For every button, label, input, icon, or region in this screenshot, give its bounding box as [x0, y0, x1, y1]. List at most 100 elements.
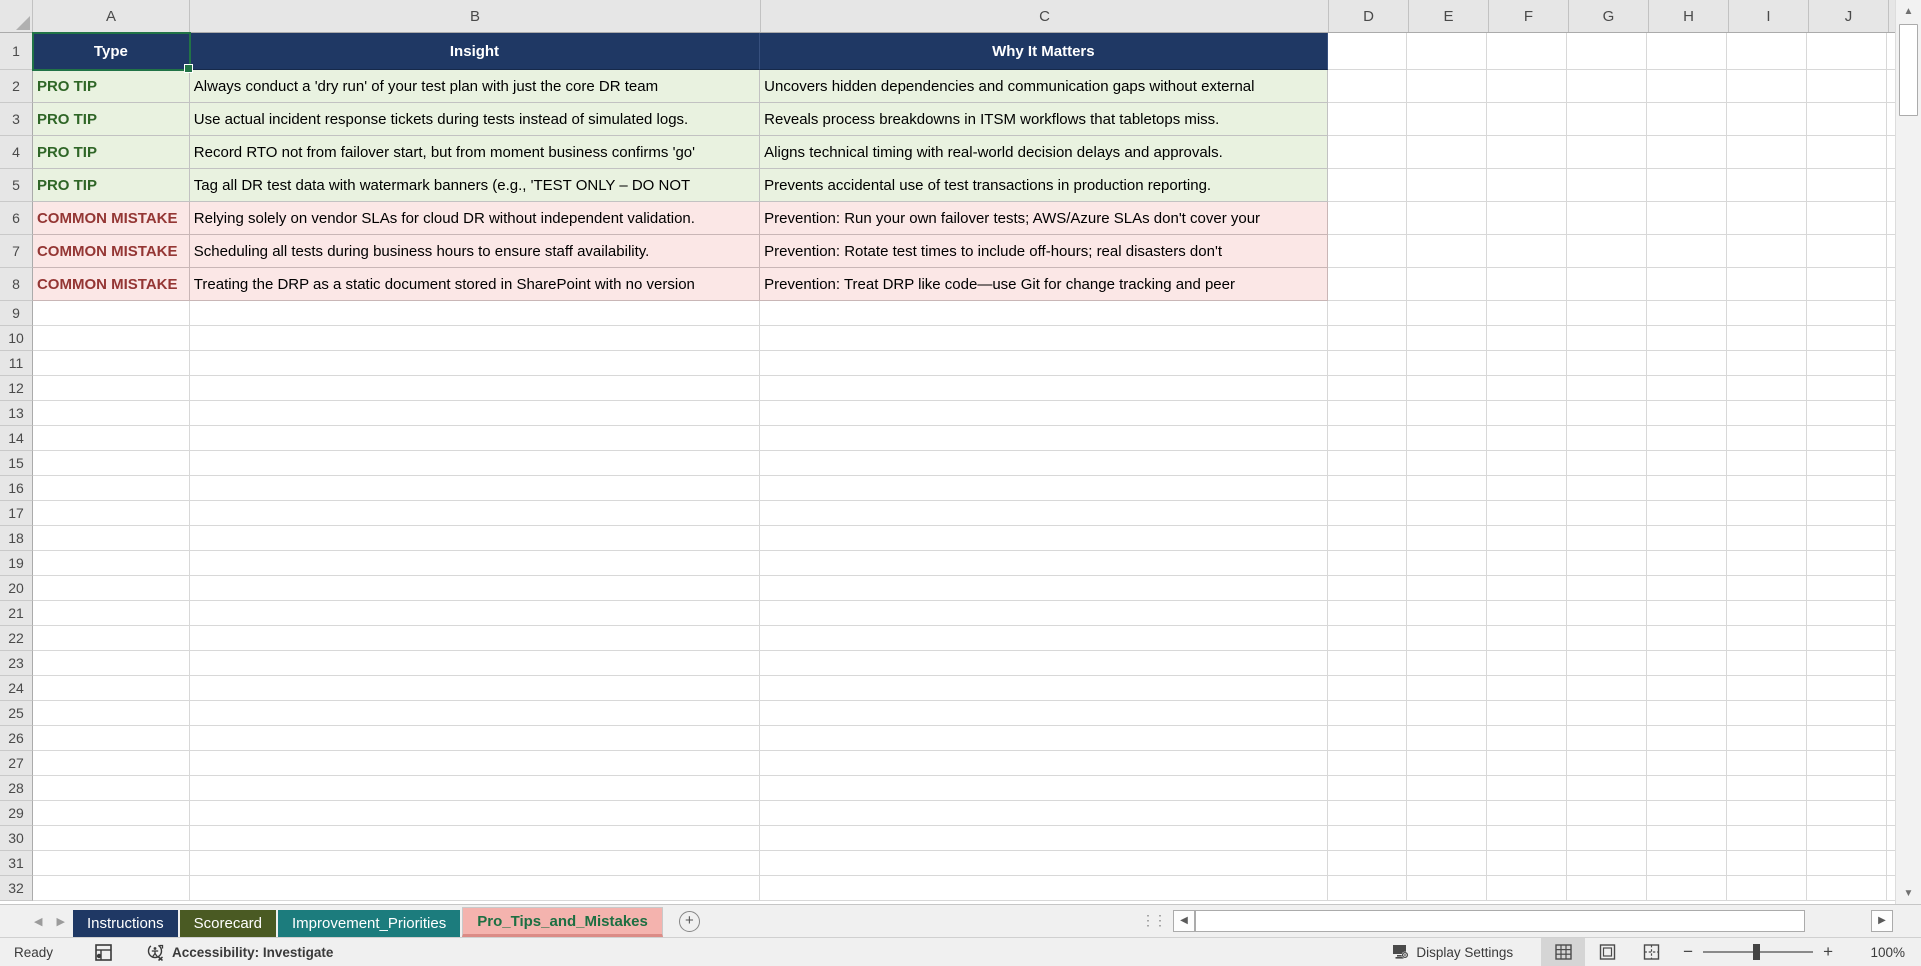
cell-A30[interactable] [32, 826, 190, 851]
cell-I2[interactable] [1727, 70, 1808, 103]
cell-I10[interactable] [1727, 326, 1808, 351]
cell-E22[interactable] [1407, 626, 1488, 651]
cell-A26[interactable] [32, 726, 190, 751]
cell-J6[interactable] [1807, 202, 1887, 235]
sheet-tab-scorecard[interactable]: Scorecard [179, 910, 277, 937]
cell-C18[interactable] [760, 526, 1328, 551]
cell-H22[interactable] [1647, 626, 1728, 651]
zoom-out-button[interactable]: − [1673, 942, 1703, 962]
column-header-c[interactable]: C [761, 0, 1329, 32]
cell-C19[interactable] [760, 551, 1328, 576]
cell-D13[interactable] [1327, 401, 1408, 426]
cell-H21[interactable] [1647, 601, 1728, 626]
cell-J7[interactable] [1807, 235, 1887, 268]
cell-H9[interactable] [1647, 301, 1728, 326]
cell-J29[interactable] [1807, 801, 1887, 826]
tab-scroll-left-icon[interactable]: ◀ [34, 915, 42, 928]
cell-J8[interactable] [1807, 268, 1887, 301]
cell-A18[interactable] [32, 526, 190, 551]
cell-A16[interactable] [32, 476, 190, 501]
cell-C10[interactable] [760, 326, 1328, 351]
cell-H8[interactable] [1647, 268, 1728, 301]
cell-C23[interactable] [760, 651, 1328, 676]
cell-F10[interactable] [1487, 326, 1568, 351]
cell-H14[interactable] [1647, 426, 1728, 451]
sheet-tab-pro-tips-and-mistakes-active[interactable]: Pro_Tips_and_Mistakes [462, 907, 663, 937]
cell-H15[interactable] [1647, 451, 1728, 476]
cell-E1[interactable] [1407, 33, 1488, 70]
cell-H26[interactable] [1647, 726, 1728, 751]
cell-E21[interactable] [1407, 601, 1488, 626]
normal-view-button[interactable] [1541, 938, 1586, 966]
cell-F32[interactable] [1487, 876, 1568, 901]
cell-A13[interactable] [32, 401, 190, 426]
cell-H30[interactable] [1647, 826, 1728, 851]
cell-B22[interactable] [189, 626, 761, 651]
cell-J2[interactable] [1807, 70, 1887, 103]
cell-B13[interactable] [189, 401, 761, 426]
cell-D8[interactable] [1327, 268, 1408, 301]
column-header-b[interactable]: B [190, 0, 761, 32]
cell-H28[interactable] [1647, 776, 1728, 801]
cell-D19[interactable] [1327, 551, 1408, 576]
cell-H29[interactable] [1647, 801, 1728, 826]
row-header-2[interactable]: 2 [0, 70, 33, 103]
sheet-tab-instructions[interactable]: Instructions [72, 910, 178, 937]
cell-I16[interactable] [1727, 476, 1808, 501]
cell-I3[interactable] [1727, 103, 1808, 136]
row-header-27[interactable]: 27 [0, 751, 33, 776]
cell-H19[interactable] [1647, 551, 1728, 576]
cell-C6[interactable]: Prevention: Run your own failover tests;… [760, 202, 1328, 235]
cell-G11[interactable] [1567, 351, 1648, 376]
cell-I27[interactable] [1727, 751, 1808, 776]
cell-H4[interactable] [1647, 136, 1728, 169]
cell-I20[interactable] [1727, 576, 1808, 601]
cell-A20[interactable] [32, 576, 190, 601]
cell-E25[interactable] [1407, 701, 1488, 726]
cell-A23[interactable] [32, 651, 190, 676]
cell-C29[interactable] [760, 801, 1328, 826]
cell-J16[interactable] [1807, 476, 1887, 501]
cell-C9[interactable] [760, 301, 1328, 326]
select-all-corner[interactable] [0, 0, 33, 32]
cell-G3[interactable] [1567, 103, 1648, 136]
page-break-preview-button[interactable] [1629, 938, 1673, 966]
cell-E24[interactable] [1407, 676, 1488, 701]
cell-J25[interactable] [1807, 701, 1887, 726]
row-header-10[interactable]: 10 [0, 326, 33, 351]
cell-D6[interactable] [1327, 202, 1408, 235]
cell-G27[interactable] [1567, 751, 1648, 776]
row-header-24[interactable]: 24 [0, 676, 33, 701]
column-header-i[interactable]: I [1729, 0, 1809, 32]
cell-I13[interactable] [1727, 401, 1808, 426]
cell-D26[interactable] [1327, 726, 1408, 751]
cell-A22[interactable] [32, 626, 190, 651]
cell-B31[interactable] [189, 851, 761, 876]
cell-E7[interactable] [1407, 235, 1488, 268]
cell-I4[interactable] [1727, 136, 1808, 169]
cell-G4[interactable] [1567, 136, 1648, 169]
cell-G14[interactable] [1567, 426, 1648, 451]
cell-J14[interactable] [1807, 426, 1887, 451]
row-header-16[interactable]: 16 [0, 476, 33, 501]
cell-E11[interactable] [1407, 351, 1488, 376]
row-header-17[interactable]: 17 [0, 501, 33, 526]
cell-H3[interactable] [1647, 103, 1728, 136]
row-header-18[interactable]: 18 [0, 526, 33, 551]
cell-A27[interactable] [32, 751, 190, 776]
row-header-11[interactable]: 11 [0, 351, 33, 376]
cell-E12[interactable] [1407, 376, 1488, 401]
cell-H32[interactable] [1647, 876, 1728, 901]
cell-G7[interactable] [1567, 235, 1648, 268]
cell-I23[interactable] [1727, 651, 1808, 676]
cell-B3[interactable]: Use actual incident response tickets dur… [189, 103, 761, 136]
row-header-31[interactable]: 31 [0, 851, 33, 876]
cell-H7[interactable] [1647, 235, 1728, 268]
cell-F7[interactable] [1487, 235, 1568, 268]
cell-F1[interactable] [1487, 33, 1568, 70]
cell-F11[interactable] [1487, 351, 1568, 376]
cell-H20[interactable] [1647, 576, 1728, 601]
cell-I21[interactable] [1727, 601, 1808, 626]
cell-G8[interactable] [1567, 268, 1648, 301]
cell-F3[interactable] [1487, 103, 1568, 136]
